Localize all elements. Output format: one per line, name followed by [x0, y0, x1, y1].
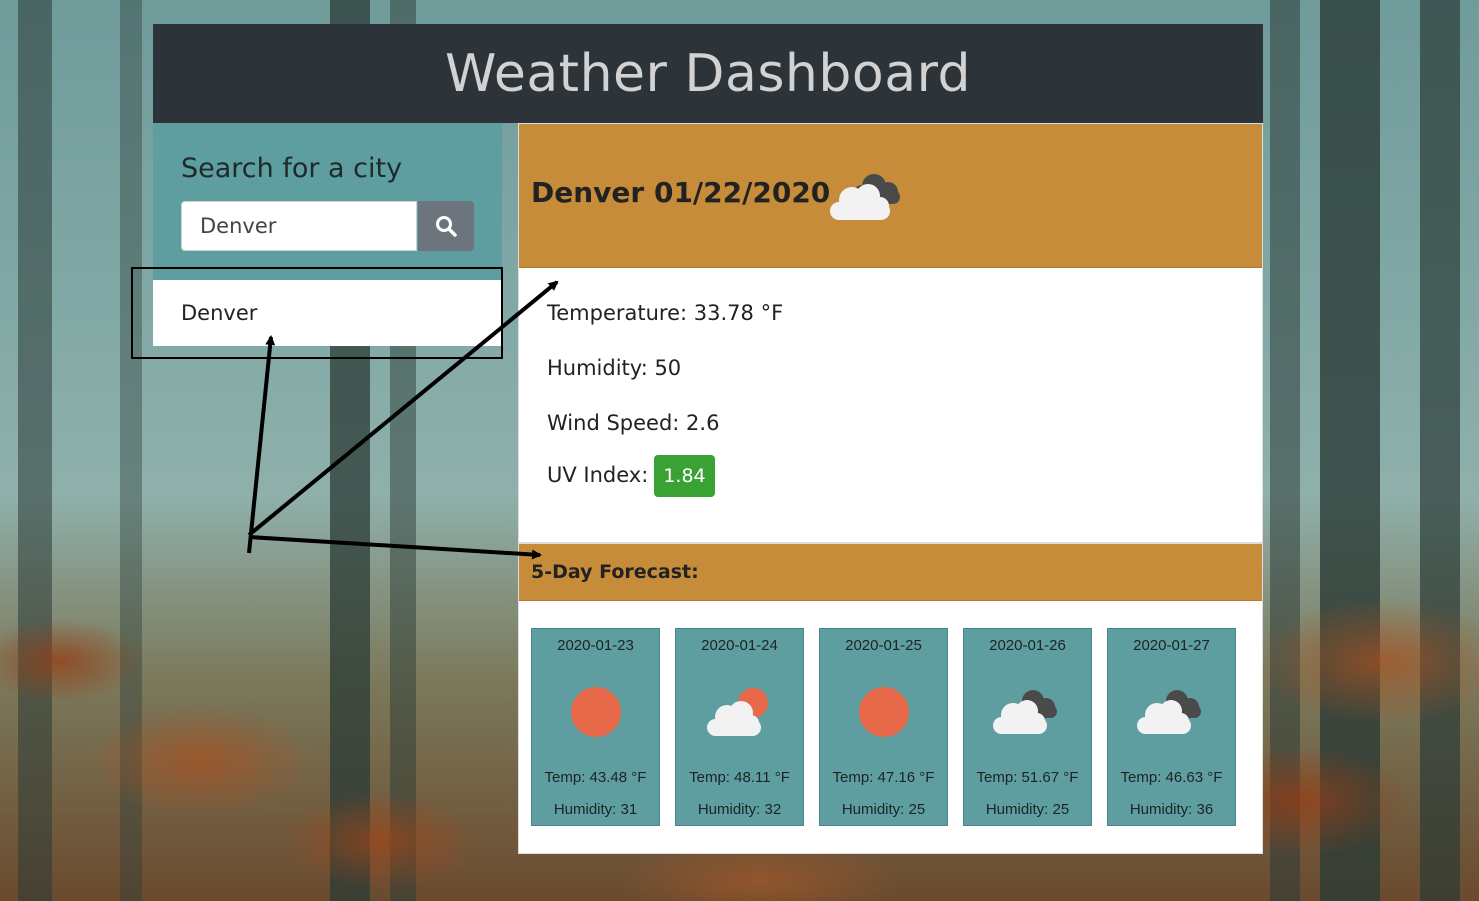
uv-index-badge: 1.84: [654, 455, 715, 497]
forecast-title: 5-Day Forecast:: [531, 561, 699, 583]
forecast-temp: Temp: 43.48 °F: [544, 769, 647, 786]
forecast-date: 2020-01-24: [701, 637, 778, 654]
humidity-text: Humidity: 50: [547, 356, 682, 380]
annotation-highlight-box: [131, 267, 503, 359]
current-city-date: Denver 01/22/2020: [531, 176, 831, 209]
city-search-input[interactable]: [181, 201, 417, 251]
app-header: Weather Dashboard: [153, 24, 1263, 123]
cloudy-icon: [1136, 690, 1201, 734]
search-heading: Search for a city: [181, 153, 403, 184]
forecast-card: 2020-01-26 Temp: 51.67 °F Humidity: 25: [963, 628, 1092, 826]
cloudy-icon: [992, 690, 1057, 734]
forecast-cards: 2020-01-23 Temp: 43.48 °F Humidity: 31 2…: [531, 628, 1236, 826]
forecast-date: 2020-01-23: [557, 637, 634, 654]
uv-index-label: UV Index:: [547, 463, 649, 487]
temperature-text: Temperature: 33.78 °F: [547, 301, 784, 325]
forecast-date: 2020-01-26: [989, 637, 1066, 654]
search-icon: [436, 216, 457, 237]
forecast-section: 5-Day Forecast: 2020-01-23 Temp: 43.48 °…: [518, 543, 1263, 854]
forecast-humidity: Humidity: 32: [697, 801, 782, 818]
page-title: Weather Dashboard: [444, 43, 972, 104]
forecast-humidity: Humidity: 25: [841, 801, 926, 818]
forecast-humidity: Humidity: 25: [985, 801, 1070, 818]
forecast-card: 2020-01-25 Temp: 47.16 °F Humidity: 25: [819, 628, 948, 826]
sun-icon: [570, 687, 621, 737]
sun-icon: [858, 687, 909, 737]
current-weather-header: Denver 01/22/2020: [519, 124, 1262, 268]
cloudy-icon: [830, 174, 900, 220]
forecast-card: 2020-01-27 Temp: 46.63 °F Humidity: 36: [1107, 628, 1236, 826]
forecast-card: 2020-01-23 Temp: 43.48 °F Humidity: 31: [531, 628, 660, 826]
uv-index-row: UV Index: 1.84: [547, 455, 715, 497]
forecast-temp: Temp: 47.16 °F: [832, 769, 935, 786]
forecast-humidity: Humidity: 36: [1129, 801, 1214, 818]
forecast-card: 2020-01-24 Temp: 48.11 °F Humidity: 32: [675, 628, 804, 826]
forecast-header: 5-Day Forecast:: [519, 544, 1262, 601]
forecast-temp: Temp: 48.11 °F: [689, 769, 790, 786]
wind-speed-text: Wind Speed: 2.6: [547, 411, 720, 435]
search-panel: Search for a city: [153, 123, 502, 280]
forecast-date: 2020-01-25: [845, 637, 922, 654]
current-weather-card: Denver 01/22/2020 Temperature: 33.78 °F …: [518, 123, 1263, 543]
forecast-temp: Temp: 51.67 °F: [976, 769, 1079, 786]
partly-cloudy-icon: [706, 688, 768, 736]
forecast-temp: Temp: 46.63 °F: [1120, 769, 1223, 786]
forecast-date: 2020-01-27: [1133, 637, 1210, 654]
search-button[interactable]: [418, 201, 474, 251]
forecast-humidity: Humidity: 31: [553, 801, 638, 818]
